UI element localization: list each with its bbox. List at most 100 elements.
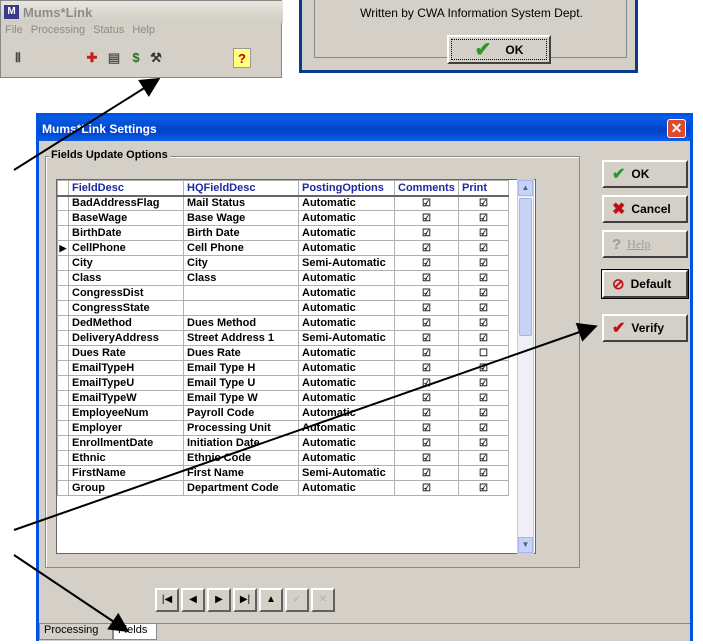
verify-button[interactable]: ✔ Verify: [602, 314, 688, 342]
print-checkbox[interactable]: ☑: [458, 480, 509, 496]
row-indicator[interactable]: [57, 210, 69, 226]
row-indicator[interactable]: [57, 225, 69, 241]
cell-postingoptions[interactable]: Semi-Automatic: [298, 330, 395, 346]
print-checkbox[interactable]: ☑: [458, 315, 509, 331]
row-indicator[interactable]: [57, 255, 69, 271]
cell-hqfielddesc[interactable]: Email Type U: [183, 375, 299, 391]
cell-fielddesc[interactable]: EmailTypeW: [68, 390, 184, 406]
row-indicator[interactable]: [57, 420, 69, 436]
table-row[interactable]: EmailTypeW Email Type W Automatic ☑ ☑: [57, 390, 509, 406]
header-print[interactable]: Print: [458, 180, 509, 197]
cell-fielddesc[interactable]: EmailTypeU: [68, 375, 184, 391]
default-button[interactable]: ⊘ Default: [601, 269, 689, 299]
cell-hqfielddesc[interactable]: Department Code: [183, 480, 299, 496]
row-indicator[interactable]: [57, 345, 69, 361]
tab-fields[interactable]: Fields: [113, 624, 157, 640]
table-row[interactable]: EnrollmentDate Initiation Date Automatic ☑ ☑: [57, 435, 509, 451]
first-record-button[interactable]: |◀: [155, 588, 179, 612]
comments-checkbox[interactable]: ☑: [394, 225, 459, 241]
print-checkbox[interactable]: ☑: [458, 255, 509, 271]
cell-postingoptions[interactable]: Automatic: [298, 405, 395, 421]
row-indicator[interactable]: [57, 435, 69, 451]
row-indicator[interactable]: [57, 360, 69, 376]
cell-postingoptions[interactable]: Automatic: [298, 195, 395, 211]
cell-fielddesc[interactable]: FirstName: [68, 465, 184, 481]
cancel-record-button[interactable]: ✕: [311, 588, 335, 612]
table-row[interactable]: EmailTypeU Email Type U Automatic ☑ ☑: [57, 375, 509, 391]
menu-file[interactable]: File: [5, 24, 23, 40]
header-postingoptions[interactable]: PostingOptions: [298, 180, 395, 197]
fields-grid[interactable]: FieldDesc HQFieldDesc PostingOptions Com…: [56, 179, 536, 554]
comments-checkbox[interactable]: ☑: [394, 195, 459, 211]
row-indicator[interactable]: [57, 465, 69, 481]
edit-record-button[interactable]: ▲: [259, 588, 283, 612]
cell-hqfielddesc[interactable]: [183, 300, 299, 316]
cell-hqfielddesc[interactable]: Street Address 1: [183, 330, 299, 346]
exit-door-icon[interactable]: Ⅱ: [9, 48, 27, 68]
comments-checkbox[interactable]: ☑: [394, 360, 459, 376]
comments-checkbox[interactable]: ☑: [394, 255, 459, 271]
print-checkbox[interactable]: ☐: [458, 345, 509, 361]
menu-status[interactable]: Status: [93, 24, 124, 40]
cell-hqfielddesc[interactable]: Base Wage: [183, 210, 299, 226]
row-indicator[interactable]: [57, 375, 69, 391]
print-checkbox[interactable]: ☑: [458, 195, 509, 211]
comments-checkbox[interactable]: ☑: [394, 300, 459, 316]
cell-fielddesc[interactable]: DedMethod: [68, 315, 184, 331]
row-indicator[interactable]: [57, 450, 69, 466]
document-icon[interactable]: ▤: [105, 48, 123, 68]
table-row[interactable]: EmailTypeH Email Type H Automatic ☑ ☑: [57, 360, 509, 376]
print-checkbox[interactable]: ☑: [458, 360, 509, 376]
row-indicator[interactable]: [57, 195, 69, 211]
cell-postingoptions[interactable]: Automatic: [298, 360, 395, 376]
table-row[interactable]: Class Class Automatic ☑ ☑: [57, 270, 509, 286]
cell-postingoptions[interactable]: Automatic: [298, 480, 395, 496]
cell-fielddesc[interactable]: Group: [68, 480, 184, 496]
cell-postingoptions[interactable]: Semi-Automatic: [298, 255, 395, 271]
comments-checkbox[interactable]: ☑: [394, 270, 459, 286]
row-indicator[interactable]: [57, 390, 69, 406]
row-indicator[interactable]: [57, 285, 69, 301]
print-checkbox[interactable]: ☑: [458, 210, 509, 226]
cell-postingoptions[interactable]: Automatic: [298, 285, 395, 301]
print-checkbox[interactable]: ☑: [458, 270, 509, 286]
cell-fielddesc[interactable]: BaseWage: [68, 210, 184, 226]
cell-postingoptions[interactable]: Automatic: [298, 300, 395, 316]
print-checkbox[interactable]: ☑: [458, 450, 509, 466]
close-button[interactable]: ✕: [667, 119, 686, 138]
print-checkbox[interactable]: ☑: [458, 435, 509, 451]
row-indicator[interactable]: [57, 330, 69, 346]
cell-fielddesc[interactable]: EmailTypeH: [68, 360, 184, 376]
cell-fielddesc[interactable]: BadAddressFlag: [68, 195, 184, 211]
cell-postingoptions[interactable]: Automatic: [298, 420, 395, 436]
table-row[interactable]: Ethnic Ethnic Code Automatic ☑ ☑: [57, 450, 509, 466]
cell-postingoptions[interactable]: Automatic: [298, 225, 395, 241]
cell-fielddesc[interactable]: Dues Rate: [68, 345, 184, 361]
cell-hqfielddesc[interactable]: [183, 285, 299, 301]
cell-fielddesc[interactable]: EnrollmentDate: [68, 435, 184, 451]
cell-postingoptions[interactable]: Automatic: [298, 240, 395, 256]
row-indicator[interactable]: [57, 405, 69, 421]
table-row[interactable]: FirstName First Name Semi-Automatic ☑ ☑: [57, 465, 509, 481]
table-row[interactable]: DedMethod Dues Method Automatic ☑ ☑: [57, 315, 509, 331]
comments-checkbox[interactable]: ☑: [394, 315, 459, 331]
transfer-icon[interactable]: ✚: [83, 48, 101, 68]
post-record-button[interactable]: ✓: [285, 588, 309, 612]
table-row[interactable]: Group Department Code Automatic ☑ ☑: [57, 480, 509, 496]
comments-checkbox[interactable]: ☑: [394, 375, 459, 391]
cell-fielddesc[interactable]: EmployeeNum: [68, 405, 184, 421]
header-fielddesc[interactable]: FieldDesc: [68, 180, 184, 197]
print-checkbox[interactable]: ☑: [458, 375, 509, 391]
cell-hqfielddesc[interactable]: Dues Rate: [183, 345, 299, 361]
menu-processing[interactable]: Processing: [31, 24, 85, 40]
comments-checkbox[interactable]: ☑: [394, 390, 459, 406]
comments-checkbox[interactable]: ☑: [394, 285, 459, 301]
print-checkbox[interactable]: ☑: [458, 240, 509, 256]
cell-hqfielddesc[interactable]: Email Type H: [183, 360, 299, 376]
cell-fielddesc[interactable]: Employer: [68, 420, 184, 436]
comments-checkbox[interactable]: ☑: [394, 465, 459, 481]
dollar-icon[interactable]: $: [127, 48, 145, 68]
table-row[interactable]: BadAddressFlag Mail Status Automatic ☑ ☑: [57, 195, 509, 211]
cell-hqfielddesc[interactable]: Mail Status: [183, 195, 299, 211]
cell-fielddesc[interactable]: CongressState: [68, 300, 184, 316]
